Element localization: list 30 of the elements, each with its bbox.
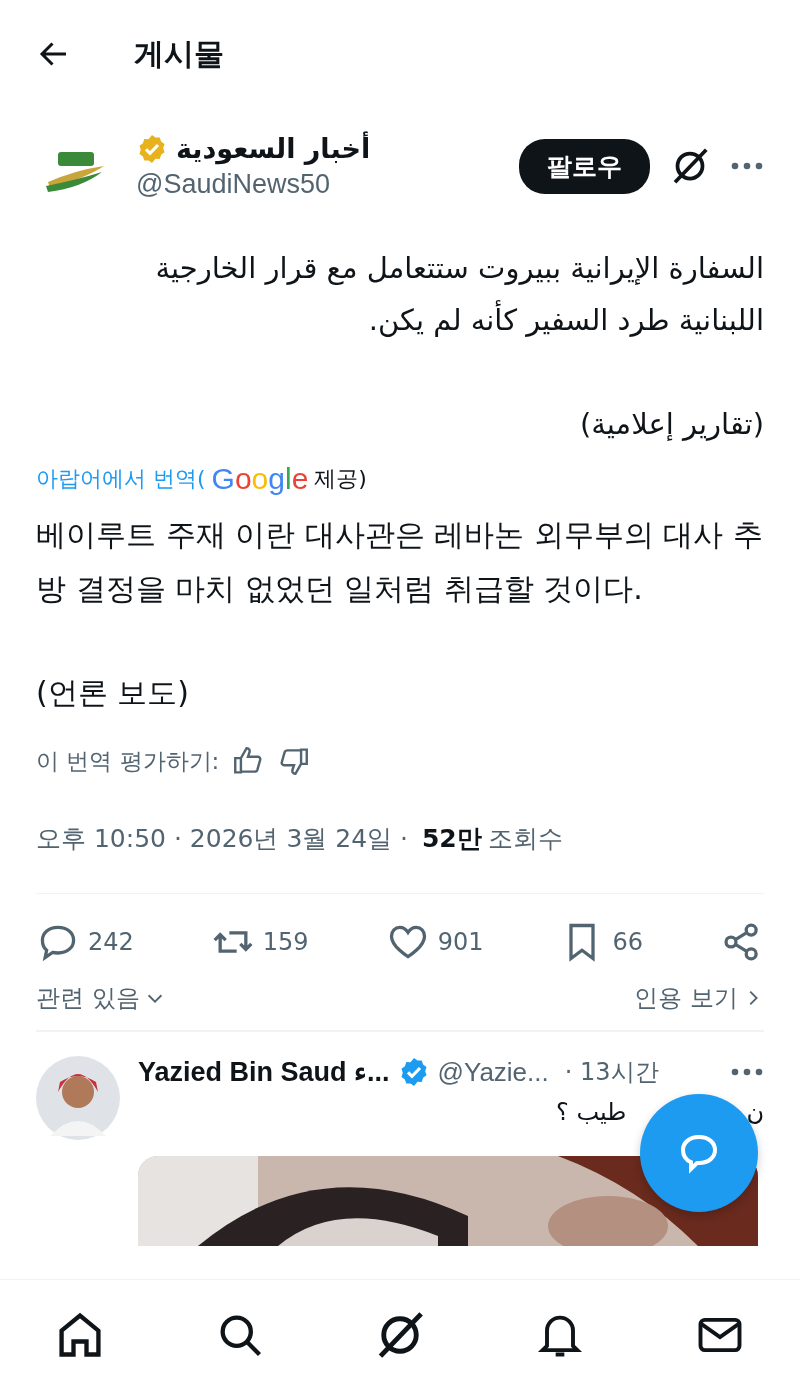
- view-quotes-link[interactable]: 인용 보기: [634, 982, 764, 1014]
- post-text: (تقارير إعلامية): [579, 406, 764, 443]
- reply-text: ن: [746, 1098, 764, 1126]
- view-count: 52만: [421, 823, 482, 855]
- follow-button[interactable]: 팔로우: [519, 138, 650, 194]
- translated-text: 방 결정을 마치 없었던 일처럼 취급할 것이다.: [36, 570, 644, 608]
- views-label: 조회수: [487, 823, 563, 855]
- reply-text: طيب ؟: [556, 1098, 627, 1126]
- reply-author-name[interactable]: Yazied Bin Saud ء...: [138, 1056, 390, 1088]
- author-handle[interactable]: @SaudiNews50: [136, 168, 371, 200]
- action-count: 242: [88, 928, 134, 956]
- google-logo: Google: [211, 462, 309, 496]
- translated-text: 베이루트 주재 이란 대사관은 레바논 외무부의 대사 추: [36, 516, 764, 554]
- post-text: اللبنانية طرد السفير كأنه لم يكن.: [36, 294, 764, 346]
- action-count: 901: [437, 928, 484, 956]
- action-count: 66: [612, 928, 643, 956]
- more-icon[interactable]: [730, 161, 764, 171]
- translation-credit: 제공): [314, 465, 367, 493]
- action-count: 159: [262, 928, 309, 956]
- post-timestamp: 오후 10:50 · 2026년 3월 24일 ·: [36, 823, 409, 855]
- translated-text: (언론 보도): [36, 674, 190, 712]
- reply-author-handle[interactable]: @Yazie...: [437, 1056, 549, 1088]
- more-icon[interactable]: [730, 1067, 764, 1077]
- rate-translation-label: 이 번역 평가하기:: [36, 746, 220, 776]
- related-dropdown[interactable]: 관련 있음: [36, 982, 166, 1014]
- reply-time: · 13시간: [564, 1057, 659, 1088]
- page-title: 게시물: [134, 34, 224, 73]
- avatar[interactable]: [36, 1056, 120, 1140]
- author-name[interactable]: أخبار السعودية: [176, 133, 371, 164]
- post-text: السفارة الإيرانية ببيروت ستتعامل مع قرار الخارجية: [154, 250, 764, 287]
